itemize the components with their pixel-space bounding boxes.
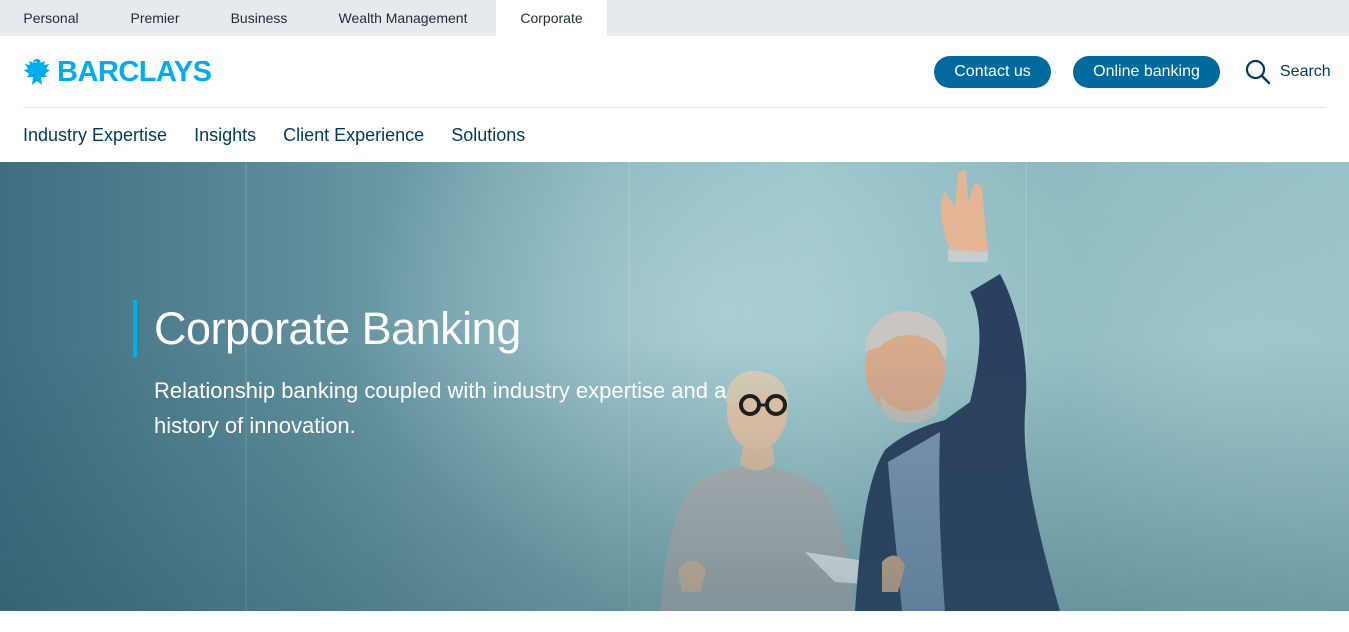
eagle-icon [24,59,50,85]
subnav-item-insights[interactable]: Insights [194,125,256,146]
hero-banner: Corporate Banking Relationship banking c… [0,162,1349,611]
subnav-item-solutions[interactable]: Solutions [451,125,525,146]
search-label: Search [1280,63,1331,80]
subnav-item-industry-expertise[interactable]: Industry Expertise [23,125,167,146]
segment-tabs: Personal Premier Business Wealth Managem… [0,0,1349,36]
logo-wordmark: BARCLAYS [57,55,212,88]
subnav-item-client-experience[interactable]: Client Experience [283,125,424,146]
sub-navigation: Industry Expertise Insights Client Exper… [23,109,552,162]
barclays-logo[interactable]: BARCLAYS [23,55,212,88]
hero-subtitle: Relationship banking coupled with indust… [154,378,727,438]
segment-tab-corporate[interactable]: Corporate [496,0,607,36]
hero-title-block: Corporate Banking [133,300,521,357]
site-header: BARCLAYS Contact us Online banking Searc… [23,36,1331,108]
segment-tab-premier[interactable]: Premier [102,0,208,36]
contact-us-button[interactable]: Contact us [934,56,1051,88]
search-icon [1245,59,1271,85]
search-button[interactable]: Search [1245,58,1331,86]
online-banking-button[interactable]: Online banking [1073,56,1220,88]
segment-tab-business[interactable]: Business [208,0,310,36]
hero-title: Corporate Banking [154,302,521,354]
segment-tab-personal[interactable]: Personal [0,0,102,36]
segment-tab-wealth-management[interactable]: Wealth Management [310,0,496,36]
